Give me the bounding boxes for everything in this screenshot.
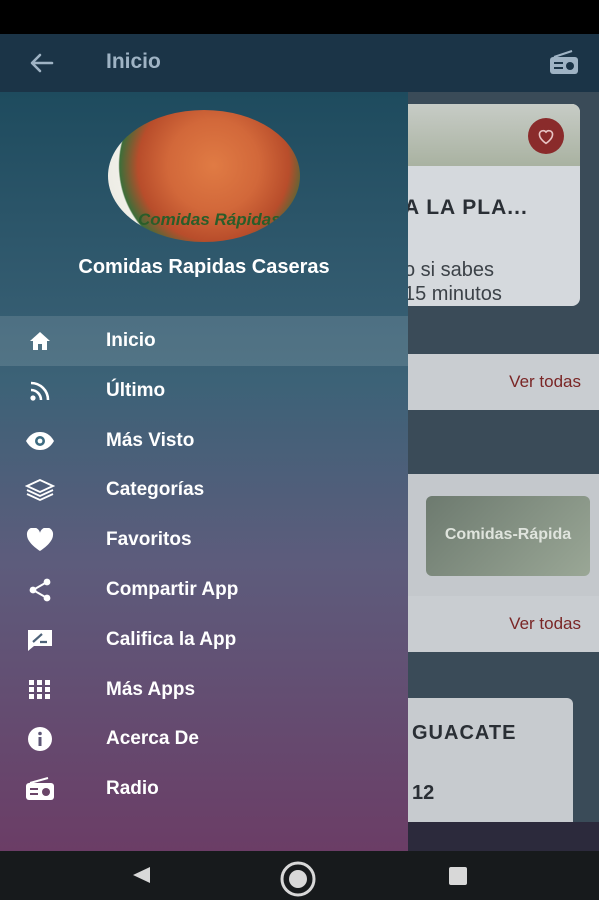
recipe-thumbnail: Comidas-Rápida: [426, 496, 590, 576]
app-screen: Inicio A LA PLA... o si sabes 15 minutos…: [0, 34, 599, 851]
menu-item-label: Más Visto: [106, 429, 195, 451]
drawer-header: Comidas Rápidas Comidas Rapidas Caseras: [0, 92, 408, 316]
rate-review-icon: [24, 628, 56, 652]
back-arrow-icon[interactable]: [26, 48, 56, 78]
thumbnail-text: Comidas-Rápida: [444, 526, 572, 543]
menu-item-compartir-app[interactable]: Compartir App: [0, 565, 408, 615]
menu-item-radio[interactable]: Radio: [0, 764, 408, 814]
nav-recents-icon[interactable]: [449, 867, 467, 885]
section-header: Ver todas: [398, 354, 599, 410]
section-header: Ver todas: [398, 596, 599, 652]
featured-recipe-card[interactable]: A LA PLA... o si sabes 15 minutos: [398, 104, 580, 306]
recipe-title: GUACATE: [412, 722, 517, 744]
menu-item-label: Inicio: [106, 330, 156, 351]
recipe-value: 12: [412, 782, 435, 804]
menu-item-categorias[interactable]: Categorías: [0, 465, 408, 515]
content-footer: [398, 822, 599, 851]
menu-item-label: Más Apps: [106, 678, 196, 700]
heart-icon: [24, 528, 56, 552]
menu-item-label: Califica la App: [106, 628, 237, 650]
eye-icon: [24, 429, 56, 453]
radio-icon[interactable]: [548, 50, 580, 76]
see-all-link[interactable]: Ver todas: [509, 372, 581, 392]
menu-item-label: Compartir App: [106, 578, 239, 600]
favorite-button[interactable]: [528, 118, 564, 154]
menu-item-favoritos[interactable]: Favoritos: [0, 515, 408, 565]
menu-item-ultimo[interactable]: Último: [0, 366, 408, 416]
menu-item-acerca-de[interactable]: Acerca De: [0, 714, 408, 764]
toolbar: Inicio: [0, 34, 599, 92]
recipe-title: A LA PLA...: [404, 196, 528, 219]
menu-item-mas-visto[interactable]: Más Visto: [0, 416, 408, 466]
layers-icon: [24, 478, 56, 502]
nav-back-icon[interactable]: [130, 865, 152, 885]
rss-icon: [24, 379, 56, 403]
menu-item-label: Favoritos: [106, 529, 192, 551]
menu-item-label: Acerca De: [106, 728, 199, 750]
menu-item-mas-apps[interactable]: Más Apps: [0, 665, 408, 715]
apps-grid-icon: [24, 678, 56, 702]
recipe-description: o si sabes 15 minutos: [404, 259, 502, 305]
home-icon: [24, 329, 56, 353]
status-bar: [0, 0, 599, 34]
app-logo: Comidas Rápidas: [108, 110, 300, 242]
menu-item-inicio[interactable]: Inicio: [0, 316, 408, 366]
menu-item-label: Último: [106, 379, 166, 401]
drawer-menu: Inicio Último Más Visto Categorías Favor…: [0, 316, 408, 814]
menu-item-label: Categorías: [106, 479, 205, 501]
nav-home-icon[interactable]: [280, 861, 316, 897]
toolbar-title: Inicio: [106, 50, 161, 73]
info-icon: [24, 727, 56, 752]
navigation-drawer: Comidas Rápidas Comidas Rapidas Caseras …: [0, 92, 408, 851]
radio-icon: [24, 777, 56, 801]
menu-item-label: Radio: [106, 778, 159, 800]
logo-text: Comidas Rápidas: [138, 210, 281, 229]
system-navigation-bar: [0, 851, 599, 900]
heart-icon: [538, 129, 554, 145]
share-icon: [24, 578, 56, 602]
recipe-card[interactable]: GUACATE 12: [398, 698, 573, 838]
menu-item-califica-la-app[interactable]: Califica la App: [0, 615, 408, 665]
see-all-link[interactable]: Ver todas: [509, 614, 581, 634]
app-name: Comidas Rapidas Caseras: [78, 256, 330, 278]
recipe-row-card[interactable]: Comidas-Rápida: [398, 474, 599, 596]
